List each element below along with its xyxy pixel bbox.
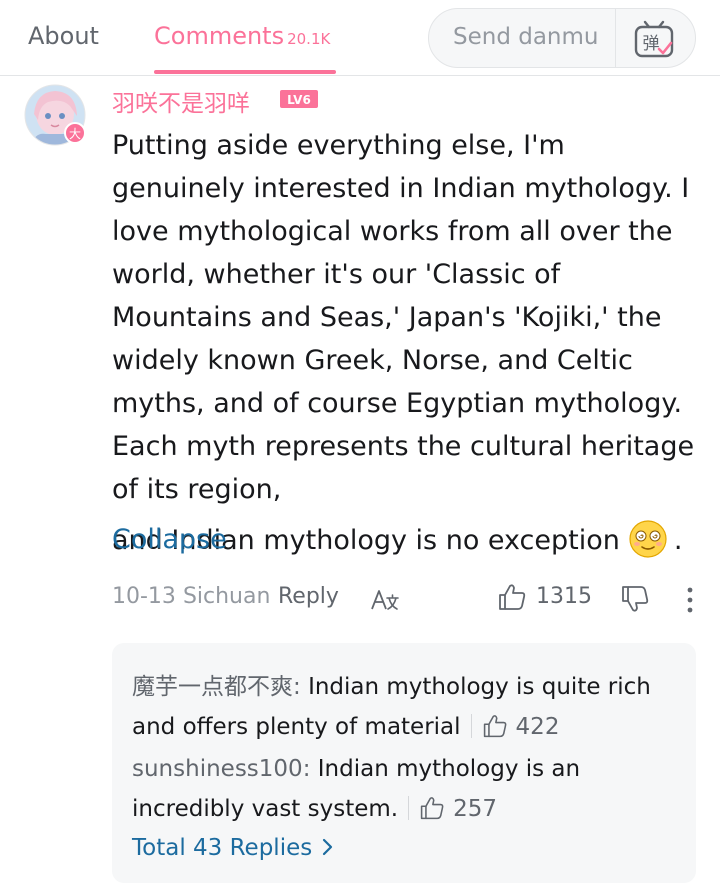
- reply-author[interactable]: sunshiness100: [132, 756, 303, 782]
- collapse-link[interactable]: Collapse: [112, 524, 227, 555]
- comment-date-location: 10-13 Sichuan: [112, 584, 270, 609]
- reply-like[interactable]: 257: [419, 796, 497, 822]
- comment-date: 10-13: [112, 584, 176, 609]
- reply-button[interactable]: Reply: [278, 584, 339, 609]
- reply-item[interactable]: 魔芋一点都不爽: Indian mythology is quite rich …: [132, 667, 682, 747]
- active-tab-indicator: [154, 70, 336, 74]
- danmu-icon-glyph: 弹: [643, 34, 660, 54]
- comment-body: Putting aside everything else, I'm genui…: [112, 124, 706, 562]
- translate-icon[interactable]: [370, 588, 400, 612]
- tab-comments-label: Comments: [154, 22, 285, 50]
- reply-divider: [470, 714, 472, 738]
- replies-preview[interactable]: 魔芋一点都不爽: Indian mythology is quite rich …: [112, 643, 696, 883]
- dizzy-smile-emoji: [629, 520, 667, 558]
- more-options-icon[interactable]: [680, 586, 700, 614]
- tab-about[interactable]: About: [28, 22, 99, 50]
- danmu-input-placeholder[interactable]: Send danmu: [453, 24, 599, 50]
- reply-like-count: 257: [453, 796, 498, 822]
- thumbs-down-icon[interactable]: [620, 584, 650, 614]
- comment-text-end: .: [673, 525, 683, 556]
- reply-item[interactable]: sunshiness100: Indian mythology is an in…: [132, 749, 682, 829]
- danmu-input-pill[interactable]: Send danmu 弹: [428, 8, 696, 68]
- comments-count: 20.1K: [287, 30, 331, 48]
- user-level-text: LV6: [287, 93, 311, 107]
- reply-divider: [408, 796, 410, 820]
- thumbs-up-icon: [420, 797, 444, 820]
- total-replies-link[interactable]: Total 43 Replies: [132, 835, 334, 861]
- total-replies-label: Total 43 Replies: [132, 835, 313, 861]
- user-level-badge: LV6: [280, 90, 318, 108]
- reply-like[interactable]: 422: [482, 714, 560, 740]
- thumbs-up-icon: [483, 715, 506, 738]
- comment-location: Sichuan: [182, 584, 271, 609]
- avatar-badge: 大: [64, 122, 86, 144]
- danmu-toggle-icon[interactable]: 弹: [632, 18, 676, 62]
- avatar-badge-glyph: 大: [69, 127, 81, 141]
- tab-comments[interactable]: Comments 20.1K: [154, 22, 330, 50]
- comment-text: Putting aside everything else, I'm genui…: [112, 130, 695, 505]
- comment-meta-row: 10-13 Sichuan Reply 1315: [112, 582, 706, 618]
- like-count: 1315: [536, 584, 592, 609]
- comment-username[interactable]: 羽咲不是羽咩: [112, 84, 250, 118]
- thumbs-up-icon[interactable]: [497, 582, 527, 612]
- top-tab-bar: About Comments 20.1K Send danmu 弹: [0, 0, 720, 76]
- reply-author[interactable]: 魔芋一点都不爽: [132, 674, 293, 700]
- chevron-right-icon: [323, 838, 333, 856]
- reply-like-count: 422: [515, 714, 560, 740]
- danmu-divider: [615, 9, 616, 67]
